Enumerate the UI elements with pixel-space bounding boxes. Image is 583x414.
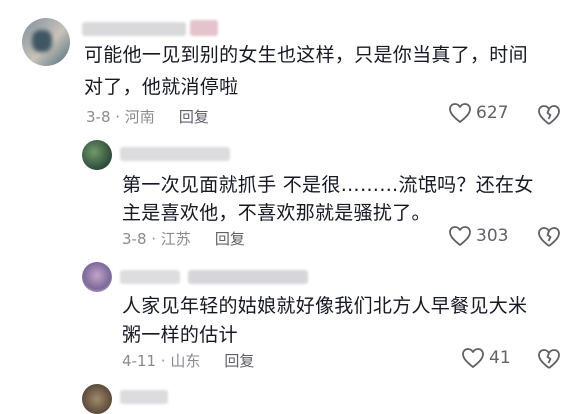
comment-meta: 4-11 · 山东 回复 <box>122 350 254 371</box>
comment-meta: 3-8 · 江苏 回复 <box>122 228 245 249</box>
date-location: 3-8 · 江苏 <box>122 230 191 248</box>
like-button[interactable]: 41 <box>461 347 511 369</box>
reply-button[interactable]: 回复 <box>215 230 245 248</box>
comment-text-line-2: 对了，他就消停啦 <box>84 76 239 98</box>
date-location: 3-8 · 河南 <box>86 108 155 126</box>
comment-text-line-1: 人家见年轻的姑娘就好像我们北方人早餐见大米 <box>122 295 528 317</box>
broken-heart-icon[interactable] <box>537 226 561 248</box>
comment-text-line-1: 可能他一见到别的女生也这样，只是你当真了，时间 <box>84 44 528 66</box>
reply-button[interactable]: 回复 <box>179 108 209 126</box>
like-count: 303 <box>476 226 509 246</box>
heart-icon <box>449 103 471 123</box>
username-blurred[interactable] <box>82 22 186 36</box>
avatar[interactable] <box>82 140 112 170</box>
username-blurred[interactable] <box>120 390 168 404</box>
comment-text-line-2: 主是喜欢他，不喜欢那就是骚扰了。 <box>122 202 431 224</box>
username-blurred[interactable] <box>120 270 180 284</box>
broken-heart-icon[interactable] <box>537 348 561 370</box>
avatar[interactable] <box>82 384 112 414</box>
avatar[interactable] <box>22 18 70 66</box>
broken-heart-icon[interactable] <box>537 104 561 126</box>
comment-text-line-1: 第一次见面就抓手 不是很………流氓吗？还在女 <box>122 174 534 196</box>
like-button[interactable]: 627 <box>448 102 508 124</box>
heart-icon <box>462 348 484 368</box>
date-location: 4-11 · 山东 <box>122 352 201 370</box>
comment-meta: 3-8 · 河南 回复 <box>86 106 209 127</box>
username-blurred-2 <box>188 270 308 284</box>
username-blurred[interactable] <box>120 147 230 161</box>
heart-icon <box>449 226 471 246</box>
reply-button[interactable]: 回复 <box>224 352 254 370</box>
avatar[interactable] <box>82 262 112 292</box>
like-count: 41 <box>489 348 511 368</box>
like-count: 627 <box>476 103 509 123</box>
comment-text-line-2: 粥一样的估计 <box>122 324 238 346</box>
username-badge-blurred <box>190 20 218 36</box>
like-button[interactable]: 303 <box>448 225 508 247</box>
